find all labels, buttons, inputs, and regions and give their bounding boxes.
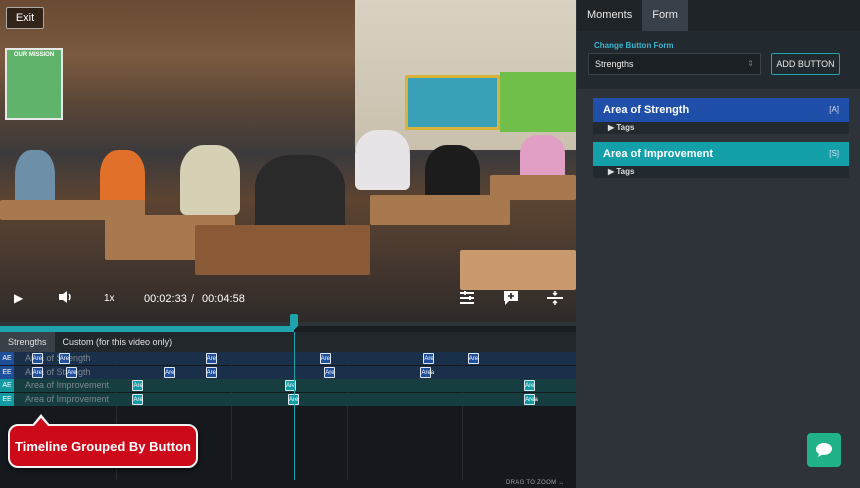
moment-marker[interactable]: Are	[423, 353, 435, 364]
tab-custom[interactable]: Custom (for this video only)	[55, 332, 181, 352]
desk	[490, 175, 576, 200]
row-tag: EE	[0, 392, 14, 406]
moment-marker[interactable]: Are	[467, 353, 479, 364]
video-player[interactable]: OUR MISSION Exit ▶ 1x 00:02:33 / 00:04:5…	[0, 0, 576, 322]
moment-marker[interactable]: Are	[31, 366, 43, 378]
tags-label: Tags	[616, 123, 635, 132]
form-toolbar: Change Button Form Strengths ⇕ ADD BUTTO…	[577, 31, 860, 89]
bulletin-board	[405, 75, 500, 130]
list-settings-icon[interactable]	[460, 291, 474, 308]
caret-right-icon: ▶	[608, 123, 615, 132]
moment-marker[interactable]: Are	[31, 353, 43, 364]
moment-marker[interactable]: Area	[524, 393, 538, 405]
exit-button[interactable]: Exit	[6, 7, 44, 29]
row-label: Area of Improvement	[25, 380, 110, 390]
shortcut-key: [S]	[829, 149, 839, 158]
playhead-handle[interactable]	[290, 314, 299, 330]
tab-strengths[interactable]: Strengths	[0, 332, 55, 352]
desk	[460, 250, 576, 290]
desk	[195, 225, 370, 275]
mission-poster	[5, 48, 63, 120]
caret-right-icon: ▶	[608, 167, 615, 176]
button-title: Area of Improvement	[603, 148, 714, 160]
button-form-select[interactable]: Strengths ⇕	[588, 53, 761, 75]
side-panel: Moments Form Change Button Form Strength…	[577, 0, 860, 488]
student	[355, 130, 410, 190]
playback-speed[interactable]: 1x	[104, 293, 115, 304]
moment-marker[interactable]: Are	[205, 366, 217, 378]
add-button[interactable]: ADD BUTTON	[771, 53, 840, 75]
moment-marker[interactable]: Are	[324, 366, 336, 378]
current-time: 00:02:33	[144, 293, 187, 305]
time-separator: /	[191, 293, 195, 305]
timeline-row: AE Area of Improvement Are Are Are	[0, 379, 576, 392]
change-button-form-label: Change Button Form	[594, 41, 674, 50]
tags-toggle[interactable]: ▶ Tags	[593, 166, 849, 178]
tags-toggle[interactable]: ▶ Tags	[593, 122, 849, 134]
button-group-strength: Area of Strength [A] ▶ Tags	[593, 98, 849, 134]
tab-moments[interactable]: Moments	[577, 0, 642, 31]
button-area-of-strength[interactable]: Area of Strength [A]	[593, 98, 849, 122]
moment-marker[interactable]: Are	[164, 366, 176, 378]
volume-icon[interactable]	[58, 290, 74, 307]
row-tag: AE	[0, 352, 14, 365]
moment-marker[interactable]: Are	[58, 353, 70, 364]
timeline-tabs: Strengths Custom (for this video only)	[0, 332, 576, 352]
split-icon[interactable]	[547, 291, 563, 308]
row-tag: AE	[0, 379, 14, 392]
shortcut-key: [A]	[829, 105, 839, 114]
student	[255, 155, 345, 235]
panel-tabs: Moments Form	[577, 0, 860, 31]
button-form-select-value: Strengths	[595, 59, 634, 69]
chat-button[interactable]	[807, 433, 841, 467]
tags-label: Tags	[616, 167, 635, 176]
select-arrows-icon: ⇕	[747, 59, 754, 68]
desk	[370, 195, 510, 225]
moment-marker[interactable]: Are	[524, 380, 536, 391]
timeline-row: AE Area of Strength Are Are Are Are Are Are	[0, 352, 576, 365]
timeline-row: EE Area of Strength Are Are Are Are Are Area	[0, 365, 576, 379]
animal-poster	[500, 72, 576, 132]
moment-marker[interactable]: Area	[420, 366, 434, 378]
moment-marker[interactable]: Are	[205, 353, 217, 364]
timeline-grouped-callout: Timeline Grouped By Button	[8, 414, 198, 468]
drag-to-zoom-hint[interactable]: DRAG TO ZOOM ↔	[506, 480, 565, 486]
row-tag: EE	[0, 365, 14, 379]
student	[180, 145, 240, 215]
tab-form[interactable]: Form	[642, 0, 688, 31]
mission-poster-text: OUR MISSION	[13, 52, 55, 58]
add-comment-icon[interactable]	[503, 290, 519, 309]
drag-to-zoom-label: DRAG TO ZOOM	[506, 480, 557, 486]
timeline-playhead	[294, 332, 295, 480]
row-label: Area of Improvement	[25, 393, 110, 404]
button-title: Area of Strength	[603, 104, 690, 116]
moment-marker[interactable]: Are	[132, 380, 144, 391]
button-group-improvement: Area of Improvement [S] ▶ Tags	[593, 142, 849, 178]
drag-arrows-icon: ↔	[558, 480, 565, 486]
timeline-row: EEArea of ImprovementAreAreArea	[0, 392, 576, 406]
moment-marker[interactable]: Are	[66, 366, 78, 378]
chat-icon	[816, 443, 832, 457]
play-icon[interactable]: ▶	[14, 291, 23, 305]
moment-marker[interactable]: Are	[319, 353, 331, 364]
student	[520, 135, 565, 180]
button-area-of-improvement[interactable]: Area of Improvement [S]	[593, 142, 849, 166]
total-time: 00:04:58	[202, 293, 245, 305]
moment-marker[interactable]: Are	[132, 393, 144, 405]
